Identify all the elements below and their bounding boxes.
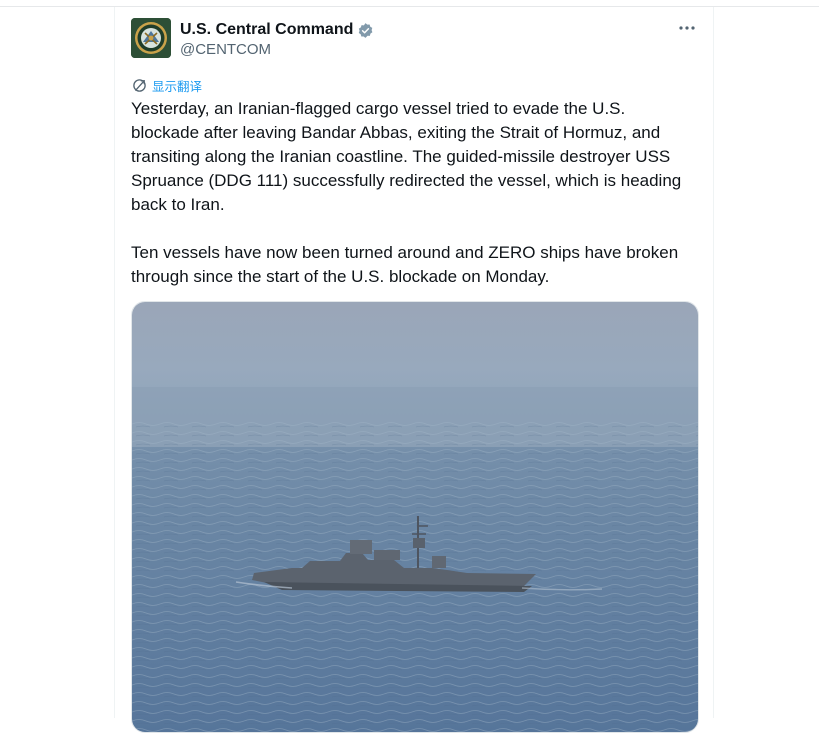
avatar[interactable] bbox=[131, 18, 171, 58]
author-handle[interactable]: @CENTCOM bbox=[180, 41, 271, 58]
translate-icon bbox=[133, 78, 146, 92]
centcom-seal-icon bbox=[131, 18, 171, 58]
tweet-paragraph: Ten vessels have now been turned around … bbox=[131, 243, 679, 286]
verified-badge-icon bbox=[359, 22, 373, 38]
tweet-text: Yesterday, an Iranian-flagged cargo vess… bbox=[131, 97, 697, 289]
tweet-photo[interactable] bbox=[131, 301, 699, 733]
show-translation-label: 显示翻译 bbox=[152, 78, 203, 94]
tweet-paragraph: Yesterday, an Iranian-flagged cargo vess… bbox=[131, 99, 682, 214]
tweet-card: U.S. Central Command @CENTCOM 显示翻译 Yeste… bbox=[114, 7, 714, 733]
destroyer-at-sea-photo bbox=[132, 302, 698, 732]
author-display-name[interactable]: U.S. Central Command bbox=[180, 21, 353, 39]
author-name-row: U.S. Central Command bbox=[180, 20, 374, 40]
more-options-button[interactable] bbox=[673, 17, 701, 39]
show-translation-button[interactable]: 显示翻译 bbox=[132, 76, 202, 94]
more-horizontal-icon bbox=[679, 26, 695, 30]
